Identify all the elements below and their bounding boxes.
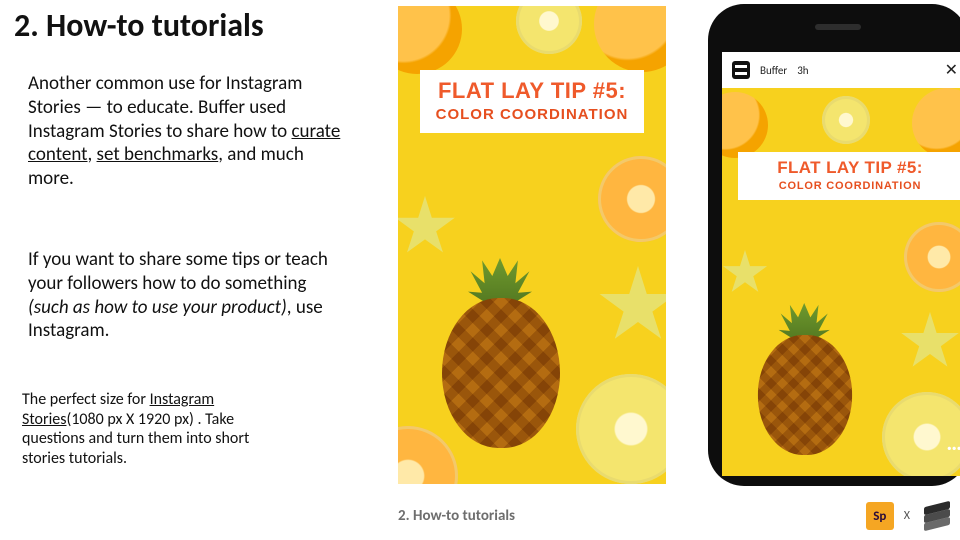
fruit-lemon-slice-icon (516, 6, 582, 54)
story-tip-line1: FLAT LAY TIP #5: (430, 78, 634, 104)
fruit-starfruit-icon (722, 250, 768, 296)
phone-screen: Buffer 3h ✕ FLAT LAY TIP #5: COLOR COORD… (722, 52, 960, 476)
story-account-name: Buffer (760, 64, 787, 77)
slide-footer: 2. How-to tutorials Sp X (398, 494, 960, 538)
fruit-lemon-slice-icon (576, 374, 666, 484)
fruit-pineapple-icon (745, 303, 865, 455)
story-tip-card: FLAT LAY TIP #5: COLOR COORDINATION (420, 70, 644, 133)
story-statusbar: Buffer 3h ✕ (722, 52, 960, 88)
close-icon[interactable]: ✕ (945, 60, 958, 80)
story-time: 3h (797, 64, 808, 77)
fruit-starfruit-icon (598, 266, 666, 346)
buffer-logo-icon (732, 61, 750, 79)
fruit-orange-icon (594, 6, 666, 72)
footer-caption: 2. How-to tutorials (398, 507, 515, 525)
fruit-orange-icon (398, 6, 462, 74)
phone-mockup: Buffer 3h ✕ FLAT LAY TIP #5: COLOR COORD… (708, 4, 960, 486)
fruit-starfruit-icon (900, 312, 960, 372)
slide-heading: 2. How-to tutorials (14, 6, 264, 45)
paragraph-2: If you want to share some tips or teach … (28, 248, 348, 343)
slide-root: 2. How-to tutorials Another common use f… (0, 0, 960, 540)
phone-tip-line1: FLAT LAY TIP #5: (746, 158, 954, 178)
story-mockup: FLAT LAY TIP #5: COLOR COORDINATION (398, 6, 666, 484)
fruit-starfruit-icon (398, 196, 456, 258)
footer-close-label: X (904, 509, 910, 523)
stack-icon (924, 504, 950, 528)
link-set-benchmarks[interactable]: set benchmarks (97, 143, 219, 166)
adobe-spark-badge-icon: Sp (866, 502, 894, 530)
phone-tip-line2: COLOR COORDINATION (746, 180, 954, 192)
notes-text-a: The perfect size for (22, 390, 150, 409)
fruit-orange-icon (722, 92, 768, 158)
more-icon[interactable]: … (946, 429, 960, 456)
fruit-pineapple-icon (426, 258, 576, 448)
para2-text-a: If you want to share some tips or teach … (28, 248, 328, 295)
para1-text-b: , (88, 143, 97, 166)
phone-tip-card: FLAT LAY TIP #5: COLOR COORDINATION (738, 152, 960, 200)
fruit-orange-slice-icon (904, 222, 960, 292)
para1-text-a: Another common use for Instagram Stories… (28, 72, 302, 143)
notes-paragraph: The perfect size for Instagram Stories(1… (22, 390, 288, 468)
para2-italic: (such as how to use your product) (28, 296, 287, 319)
fruit-orange-slice-icon (598, 156, 666, 242)
fruit-orange-icon (912, 88, 960, 158)
fruit-lemon-slice-icon (822, 96, 870, 144)
story-tip-line2: COLOR COORDINATION (430, 106, 634, 123)
paragraph-1: Another common use for Instagram Stories… (28, 72, 348, 191)
